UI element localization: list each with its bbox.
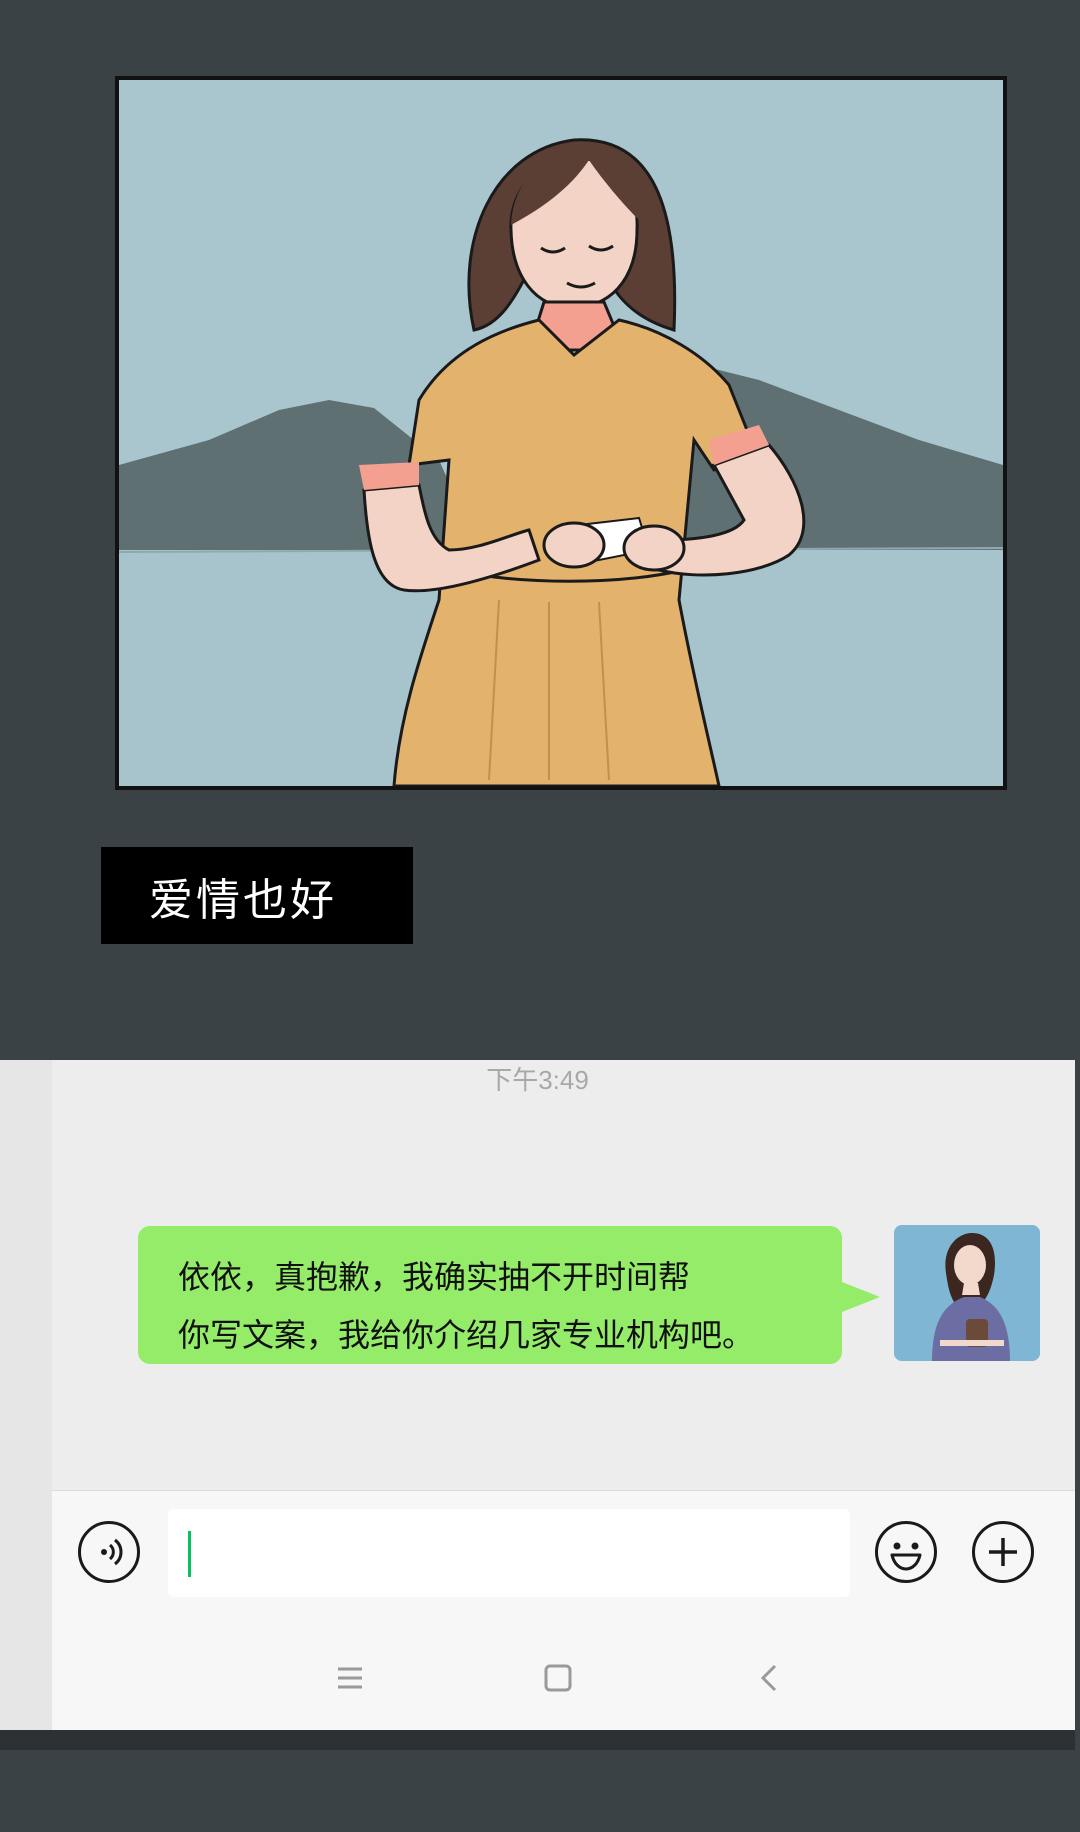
screen-left-edge <box>0 1060 52 1730</box>
message-line-1: 依依，真抱歉，我确实抽不开时间帮 <box>178 1258 691 1296</box>
avatar[interactable] <box>894 1225 1040 1361</box>
home-icon <box>544 1664 572 1692</box>
emoji-icon <box>890 1542 922 1571</box>
chat-screen: 下午3:49 依依，真抱歉，我确实抽不开时间帮 你写文案，我给你介绍几家专业机构… <box>0 1060 1075 1730</box>
message-bubble[interactable]: 依依，真抱歉，我确实抽不开时间帮 你写文案，我给你介绍几家专业机构吧。 <box>138 1226 842 1364</box>
nav-back-button[interactable] <box>750 1658 790 1698</box>
message-line-2: 你写文案，我给你介绍几家专业机构吧。 <box>178 1316 755 1354</box>
message-timestamp: 下午3:49 <box>486 1065 589 1095</box>
illustration-panel <box>115 76 1007 790</box>
voice-icon <box>101 1538 123 1566</box>
system-nav-bar <box>52 1630 1075 1730</box>
menu-icon <box>338 1667 362 1689</box>
woman-reading-note-illustration <box>119 80 1003 786</box>
caption-box: 爱情也好 <box>101 847 413 944</box>
plus-icon <box>989 1538 1017 1566</box>
back-icon <box>760 1664 777 1692</box>
text-caret <box>188 1531 191 1577</box>
voice-button[interactable] <box>78 1521 140 1583</box>
bottom-strip <box>0 1730 1075 1750</box>
message-bubble-tail <box>842 1282 880 1312</box>
more-button[interactable] <box>972 1521 1034 1583</box>
caption-text: 爱情也好 <box>149 874 337 926</box>
chat-input-bar <box>52 1490 1075 1631</box>
emoji-button[interactable] <box>875 1521 937 1583</box>
message-input[interactable] <box>168 1509 850 1597</box>
nav-home-button[interactable] <box>538 1658 578 1698</box>
nav-menu-button[interactable] <box>330 1658 370 1698</box>
avatar-portrait-icon <box>894 1225 1040 1361</box>
